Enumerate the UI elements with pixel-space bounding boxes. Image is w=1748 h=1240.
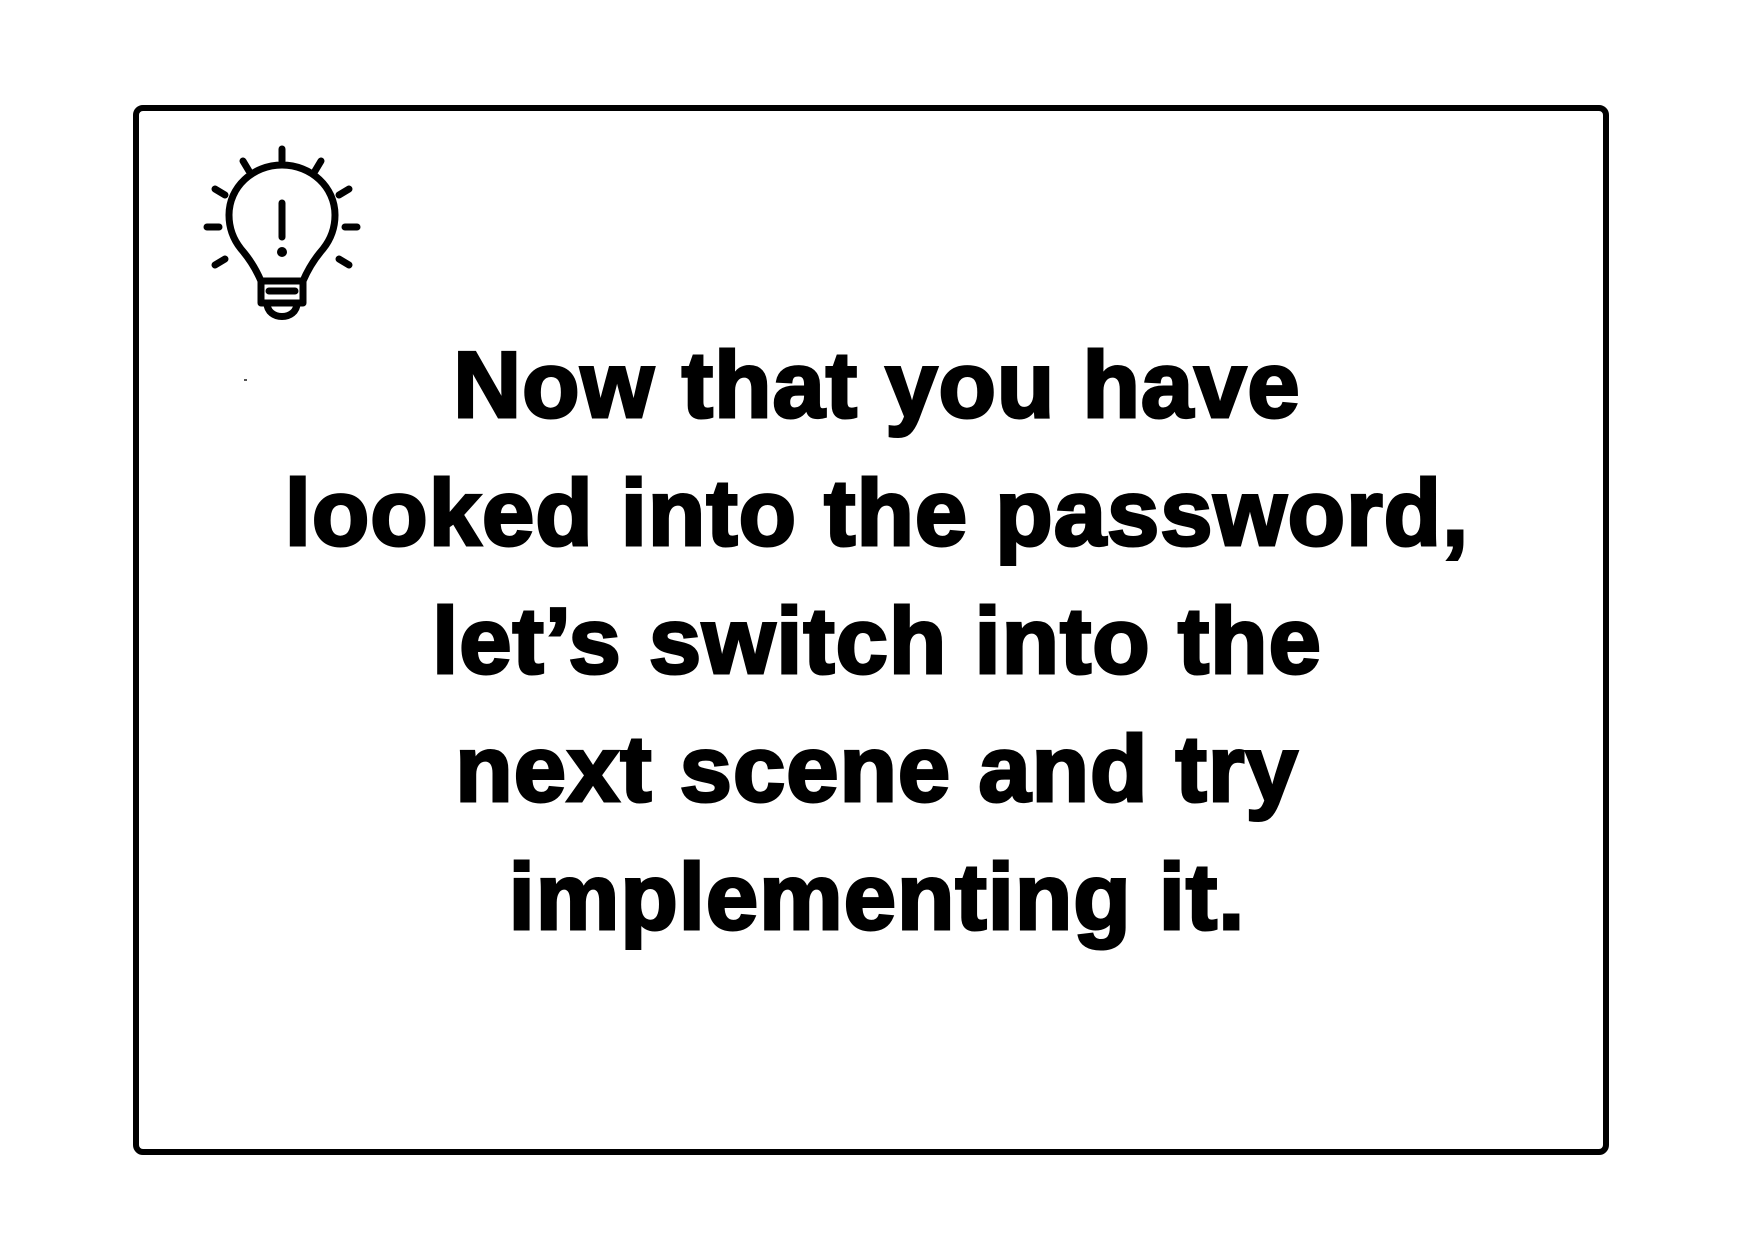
message-line: let’s switch into the — [431, 587, 1323, 695]
message-line: implementing it. — [507, 843, 1246, 951]
message-line: next scene and try — [454, 715, 1299, 823]
message-line: looked into the password, — [283, 459, 1470, 567]
instruction-card: Now that you have looked into the passwo… — [133, 105, 1609, 1155]
instruction-message: Now that you have looked into the passwo… — [199, 321, 1555, 961]
message-line: Now that you have — [452, 331, 1301, 439]
